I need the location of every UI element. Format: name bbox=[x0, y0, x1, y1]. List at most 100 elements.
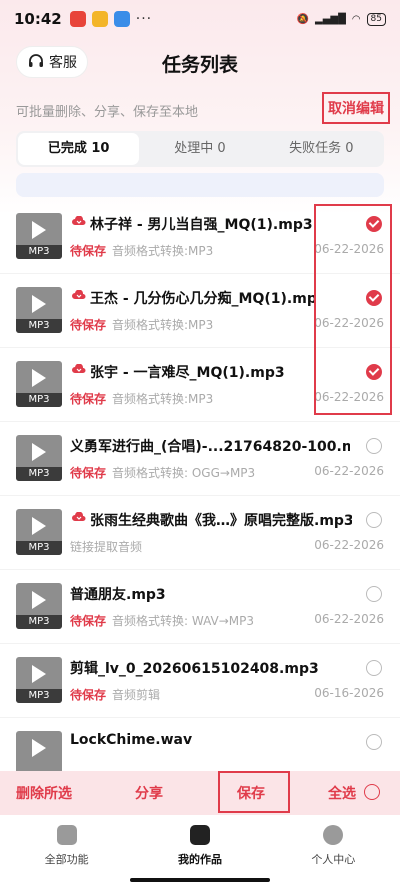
nav-label: 我的作品 bbox=[177, 853, 222, 866]
item-status: 待保存 bbox=[70, 466, 107, 480]
header: 客服 任务列表 bbox=[0, 42, 400, 82]
list-item[interactable]: MP3 张雨生经典歌曲《我…》原唱完整版.mp3 链接提取音频 06-22-20… bbox=[0, 496, 400, 570]
audio-thumbnail: MP3 bbox=[16, 361, 62, 407]
item-date: 06-22-2026 bbox=[314, 464, 384, 478]
status-tabs: 已完成 10 处理中 0 失败任务 0 bbox=[16, 131, 384, 167]
item-title: 义勇军进行曲_(合唱)-...21764820-100.mp3 bbox=[70, 439, 350, 455]
play-icon bbox=[32, 517, 46, 535]
batch-action-bar: 删除所选 分享 保存 全选 bbox=[0, 771, 400, 815]
play-icon bbox=[32, 295, 46, 313]
hint-row: 可批量删除、分享、保存至本地 取消编辑 bbox=[16, 92, 390, 124]
play-icon bbox=[32, 443, 46, 461]
item-desc: 音频格式转换: OGG→MP3 bbox=[112, 466, 256, 480]
item-desc: 音频剪辑 bbox=[112, 688, 161, 702]
batch-hint-text: 可批量删除、分享、保存至本地 bbox=[16, 105, 199, 120]
audio-thumbnail: MP3 bbox=[16, 657, 62, 703]
format-tag: MP3 bbox=[16, 541, 62, 555]
play-icon bbox=[32, 665, 46, 683]
item-status: 待保存 bbox=[70, 688, 107, 702]
play-icon bbox=[32, 221, 46, 239]
nav-all-features[interactable]: 全部功能 bbox=[0, 815, 133, 889]
item-date: 06-22-2026 bbox=[314, 612, 384, 626]
cloud-icon bbox=[72, 290, 86, 299]
cloud-icon bbox=[72, 216, 86, 225]
person-icon bbox=[323, 825, 344, 845]
play-icon bbox=[32, 739, 46, 757]
item-status: 待保存 bbox=[70, 318, 107, 332]
status-app-icons bbox=[69, 11, 130, 27]
item-desc: 音频格式转换:MP3 bbox=[112, 244, 214, 258]
list-item[interactable]: MP3 剪辑_lv_0_20260615102408.mp3 待保存 音频剪辑 … bbox=[0, 644, 400, 718]
tab-failed[interactable]: 失败任务 0 bbox=[261, 133, 382, 165]
item-date: 06-16-2026 bbox=[314, 686, 384, 700]
app-blue-icon bbox=[113, 11, 130, 27]
wifi-icon: ◠ bbox=[351, 13, 361, 25]
item-status: 待保存 bbox=[70, 392, 107, 406]
play-icon bbox=[32, 369, 46, 387]
item-desc: 链接提取音频 bbox=[70, 540, 143, 554]
audio-thumbnail: MP3 bbox=[16, 509, 62, 555]
home-icon bbox=[56, 825, 77, 845]
signal-icon: ▂▄▆█ bbox=[315, 13, 346, 25]
audio-thumbnail: MP3 bbox=[16, 583, 62, 629]
status-more-dots: ··· bbox=[135, 11, 153, 27]
item-title: 张宇 - 一言难尽_MQ(1).mp3 bbox=[90, 365, 285, 381]
list-item[interactable]: MP3 义勇军进行曲_(合唱)-...21764820-100.mp3 待保存 … bbox=[0, 422, 400, 496]
tab-completed[interactable]: 已完成 10 bbox=[18, 133, 140, 165]
status-time: 10:42 bbox=[14, 10, 62, 28]
task-list: MP3 林子祥 - 男儿当自强_MQ(1).mp3 待保存 音频格式转换:MP3… bbox=[0, 200, 400, 792]
audio-thumbnail: MP3 bbox=[16, 213, 62, 259]
list-item[interactable]: MP3 张宇 - 一言难尽_MQ(1).mp3 待保存 音频格式转换:MP3 0… bbox=[0, 348, 400, 422]
item-date: 06-22-2026 bbox=[314, 316, 384, 330]
format-tag: MP3 bbox=[16, 689, 62, 703]
cancel-edit-button[interactable]: 取消编辑 bbox=[322, 92, 390, 124]
home-indicator bbox=[130, 878, 270, 882]
item-title: 张雨生经典歌曲《我…》原唱完整版.mp3 bbox=[90, 513, 352, 529]
item-desc: 音频格式转换:MP3 bbox=[112, 318, 214, 332]
select-checkbox[interactable] bbox=[366, 512, 382, 528]
app-red-icon bbox=[69, 11, 86, 27]
list-item[interactable]: MP3 普通朋友.mp3 待保存 音频格式转换: WAV→MP3 06-22-2… bbox=[0, 570, 400, 644]
select-checkbox[interactable] bbox=[366, 364, 382, 380]
status-right-icons: 🔕 ▂▄▆█ ◠ 85 bbox=[296, 12, 386, 26]
item-date: 06-22-2026 bbox=[314, 390, 384, 404]
mute-icon: 🔕 bbox=[296, 13, 310, 25]
item-title: 普通朋友.mp3 bbox=[70, 587, 166, 603]
select-checkbox[interactable] bbox=[366, 734, 382, 750]
tab-processing[interactable]: 处理中 0 bbox=[139, 133, 260, 165]
format-tag: MP3 bbox=[16, 467, 62, 481]
audio-thumbnail: MP3 bbox=[16, 435, 62, 481]
nav-label: 个人中心 bbox=[311, 853, 356, 866]
audio-thumbnail: MP3 bbox=[16, 287, 62, 333]
format-tag: MP3 bbox=[16, 319, 62, 333]
notice-bar bbox=[16, 173, 384, 197]
save-button[interactable]: 保存 bbox=[237, 783, 265, 803]
cloud-icon bbox=[72, 512, 86, 521]
item-title: LockChime.wav bbox=[70, 732, 193, 748]
format-tag: MP3 bbox=[16, 615, 62, 629]
status-bar: 10:42 ··· 🔕 ▂▄▆█ ◠ 85 bbox=[0, 0, 400, 38]
item-title: 林子祥 - 男儿当自强_MQ(1).mp3 bbox=[90, 217, 313, 233]
nav-label: 全部功能 bbox=[44, 853, 89, 866]
page-title: 任务列表 bbox=[161, 54, 238, 76]
select-checkbox[interactable] bbox=[366, 586, 382, 602]
format-tag: MP3 bbox=[16, 245, 62, 259]
item-date: 06-22-2026 bbox=[314, 538, 384, 552]
item-status: 待保存 bbox=[70, 614, 107, 628]
list-item[interactable]: MP3 王杰 - 几分伤心几分痴_MQ(1).mp3 待保存 音频格式转换:MP… bbox=[0, 274, 400, 348]
select-all-checkbox[interactable] bbox=[364, 784, 380, 800]
cloud-icon bbox=[72, 364, 86, 373]
select-checkbox[interactable] bbox=[366, 216, 382, 232]
nav-profile[interactable]: 个人中心 bbox=[267, 815, 400, 889]
item-desc: 音频格式转换:MP3 bbox=[112, 392, 214, 406]
select-checkbox[interactable] bbox=[366, 660, 382, 676]
share-button[interactable]: 分享 bbox=[135, 783, 163, 803]
select-checkbox[interactable] bbox=[366, 290, 382, 306]
item-status: 待保存 bbox=[70, 244, 107, 258]
play-icon bbox=[32, 591, 46, 609]
item-title: 王杰 - 几分伤心几分痴_MQ(1).mp3 bbox=[90, 291, 315, 307]
delete-selected-button[interactable]: 删除所选 bbox=[16, 783, 72, 803]
select-checkbox[interactable] bbox=[366, 438, 382, 454]
select-all-button[interactable]: 全选 bbox=[328, 783, 356, 803]
list-item[interactable]: MP3 林子祥 - 男儿当自强_MQ(1).mp3 待保存 音频格式转换:MP3… bbox=[0, 200, 400, 274]
